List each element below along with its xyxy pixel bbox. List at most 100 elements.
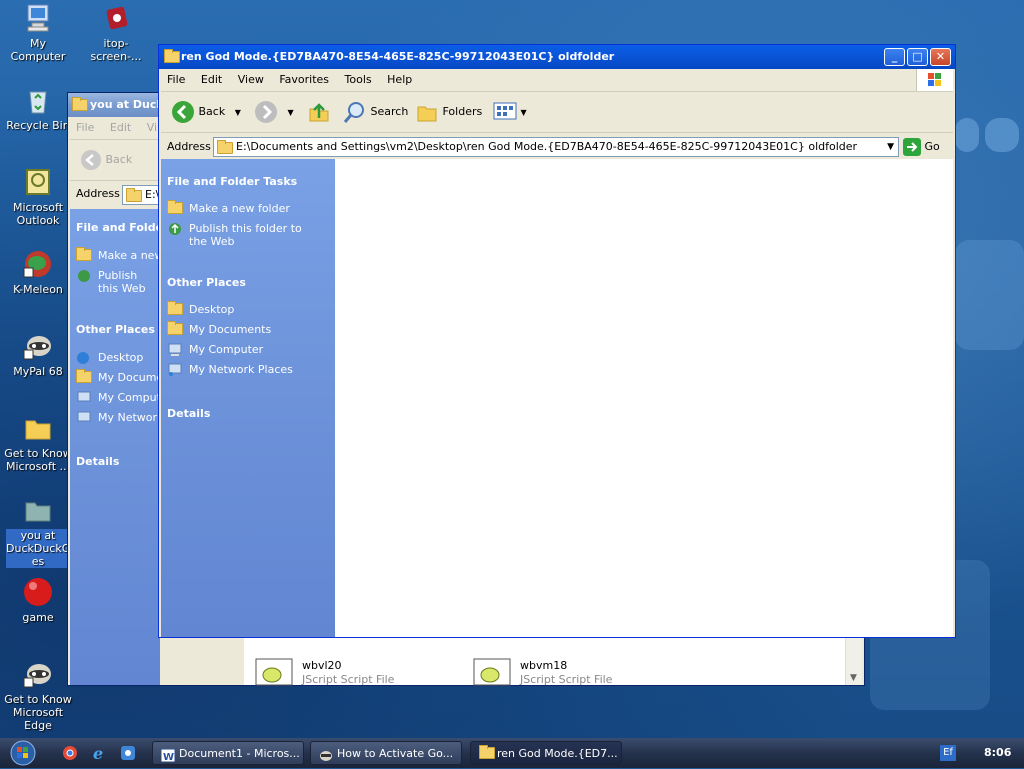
search-icon (343, 102, 364, 123)
menu-favorites[interactable]: Favorites (273, 69, 335, 91)
forward-button[interactable]: ▼ (254, 99, 294, 125)
file-name: wbvm18 (520, 659, 568, 672)
maximize-button[interactable]: □ (907, 48, 928, 66)
folder-icon (164, 49, 180, 63)
desktop-folder-icon (167, 301, 183, 317)
documents-icon (76, 369, 92, 385)
windows-orb-icon (10, 740, 36, 766)
word-document-icon: W (160, 747, 176, 763)
desktop-icon-duckduckgo[interactable]: you at DuckDuckGo_ es (2, 494, 82, 568)
taskbar-button-how-to-activate[interactable]: How to Activate Go... (310, 741, 462, 765)
recycle-bin-icon (22, 84, 54, 116)
menu-view[interactable]: View (232, 69, 270, 91)
computer-icon (76, 391, 92, 405)
taskbar-button-ren-god-mode[interactable]: ren God Mode.{ED7... (470, 741, 622, 765)
window-title: you at Duck (90, 98, 164, 111)
window-title: ren God Mode.{ED7BA470-8E54-465E-825C-99… (181, 50, 615, 63)
tasks-heading: File and Folder Tasks (167, 175, 298, 188)
views-icon (493, 102, 517, 120)
jscript-file-icon (473, 658, 511, 686)
up-button[interactable] (307, 99, 331, 125)
menu-edit[interactable]: Edit (195, 69, 228, 91)
back-arrow-icon (172, 101, 194, 123)
front-explorer-window[interactable]: ren God Mode.{ED7BA470-8E54-465E-825C-99… (158, 44, 956, 638)
desktop: My Computer itop-screen-... Recycle Bin … (0, 0, 1024, 738)
address-input[interactable]: E:\Documents and Settings\vm2\Desktop\re… (213, 137, 899, 157)
menu-file[interactable]: File (70, 117, 100, 139)
views-button[interactable]: ▼ (493, 99, 527, 125)
language-indicator[interactable]: Ef (940, 745, 956, 761)
folders-button[interactable]: Folders (415, 99, 482, 125)
desktop-icon-label: game (22, 611, 54, 624)
file-item[interactable]: wbvm18 JScript Script File (472, 657, 672, 697)
search-label: Search (370, 105, 409, 118)
dropdown-arrow-icon[interactable]: ▼ (887, 138, 894, 156)
publish-web-icon (76, 269, 92, 283)
screen-recorder-icon (100, 2, 132, 34)
documents-icon (167, 321, 183, 337)
desktop-icon-label: My Computer (10, 37, 66, 63)
front-menubar: File Edit View Favorites Tools Help (161, 69, 953, 92)
new-folder-icon (167, 200, 183, 216)
address-input[interactable]: E:\ (122, 185, 162, 205)
new-folder-icon (76, 247, 92, 263)
desktop-icon-get-to-know-edge[interactable]: Get to Know Microsoft Edge (2, 658, 74, 732)
taskbar-button-document1[interactable]: W Document1 - Micros... (152, 741, 304, 765)
close-button[interactable]: ✕ (930, 48, 951, 66)
scroll-down-arrow-icon[interactable]: ▼ (850, 673, 857, 683)
go-arrow-icon (903, 138, 921, 156)
desktop-icon-mypal[interactable]: MyPal 68 (2, 330, 74, 378)
taskbar: e W Document1 - Micros... How to Activat… (0, 738, 1024, 768)
back-button[interactable]: Back (80, 147, 132, 173)
quicklaunch-show-desktop[interactable] (120, 745, 136, 761)
wallpaper-shape (985, 118, 1019, 152)
desktop-icon-recycle-bin[interactable]: Recycle Bin (2, 84, 74, 132)
desktop-icon-game[interactable]: game (2, 576, 74, 624)
folder-icon (126, 188, 142, 202)
menu-help[interactable]: Help (381, 69, 418, 91)
front-task-pane: File and Folder Tasks Make a new folder … (161, 159, 335, 637)
start-button[interactable] (8, 740, 42, 766)
back-task-pane: File and Folder Make a new Publish this … (70, 209, 168, 685)
search-button[interactable]: Search (343, 99, 408, 125)
back-button[interactable]: Back ▼ (171, 99, 241, 125)
chevron-down-icon[interactable]: ▼ (235, 108, 241, 117)
task-label: How to Activate Go... (337, 747, 454, 760)
svg-text:e: e (93, 745, 103, 761)
other-places-heading: Other Places (167, 276, 246, 289)
clock[interactable]: 8:06 (984, 738, 1011, 768)
address-value: E:\Documents and Settings\vm2\Desktop\re… (236, 140, 858, 153)
front-window-titlebar[interactable]: ren God Mode.{ED7BA470-8E54-465E-825C-99… (159, 45, 955, 69)
language-label: Ef (943, 747, 953, 758)
menu-file[interactable]: File (161, 69, 191, 91)
front-file-list[interactable] (335, 159, 953, 637)
desktop-icon-outlook[interactable]: Microsoft Outlook (2, 166, 74, 227)
outlook-icon (22, 166, 54, 198)
address-label: Address (167, 140, 211, 153)
quicklaunch-chrome[interactable] (62, 745, 78, 761)
desktop-icon-my-computer[interactable]: My Computer (2, 2, 74, 63)
go-button[interactable]: Go (903, 137, 940, 157)
folders-label: Folders (442, 105, 483, 118)
desktop-icon-itop-screen[interactable]: itop-screen-... (80, 2, 152, 63)
network-icon (76, 411, 92, 425)
folder-icon (22, 494, 54, 526)
desktop-icon-get-to-know[interactable]: Get to Know Microsoft ... (2, 412, 74, 473)
file-type: JScript Script File (302, 673, 395, 686)
details-heading: Details (167, 407, 211, 420)
file-item[interactable]: wbvl20 JScript Script File (254, 657, 454, 697)
chevron-down-icon[interactable]: ▼ (521, 108, 527, 117)
folder-icon (72, 97, 88, 111)
back-label: Back (105, 153, 133, 166)
wallpaper-shape (955, 118, 979, 152)
minimize-button[interactable]: _ (884, 48, 905, 66)
chevron-down-icon[interactable]: ▼ (288, 108, 294, 117)
desktop-icon-label: Microsoft Outlook (12, 201, 64, 227)
menu-edit[interactable]: Edit (104, 117, 137, 139)
desktop-icon (76, 351, 92, 365)
details-heading: Details (76, 455, 120, 468)
desktop-icon-k-meleon[interactable]: K-Meleon (2, 248, 74, 296)
menu-tools[interactable]: Tools (339, 69, 378, 91)
up-folder-icon (309, 103, 329, 122)
quicklaunch-ie[interactable]: e (92, 744, 108, 763)
